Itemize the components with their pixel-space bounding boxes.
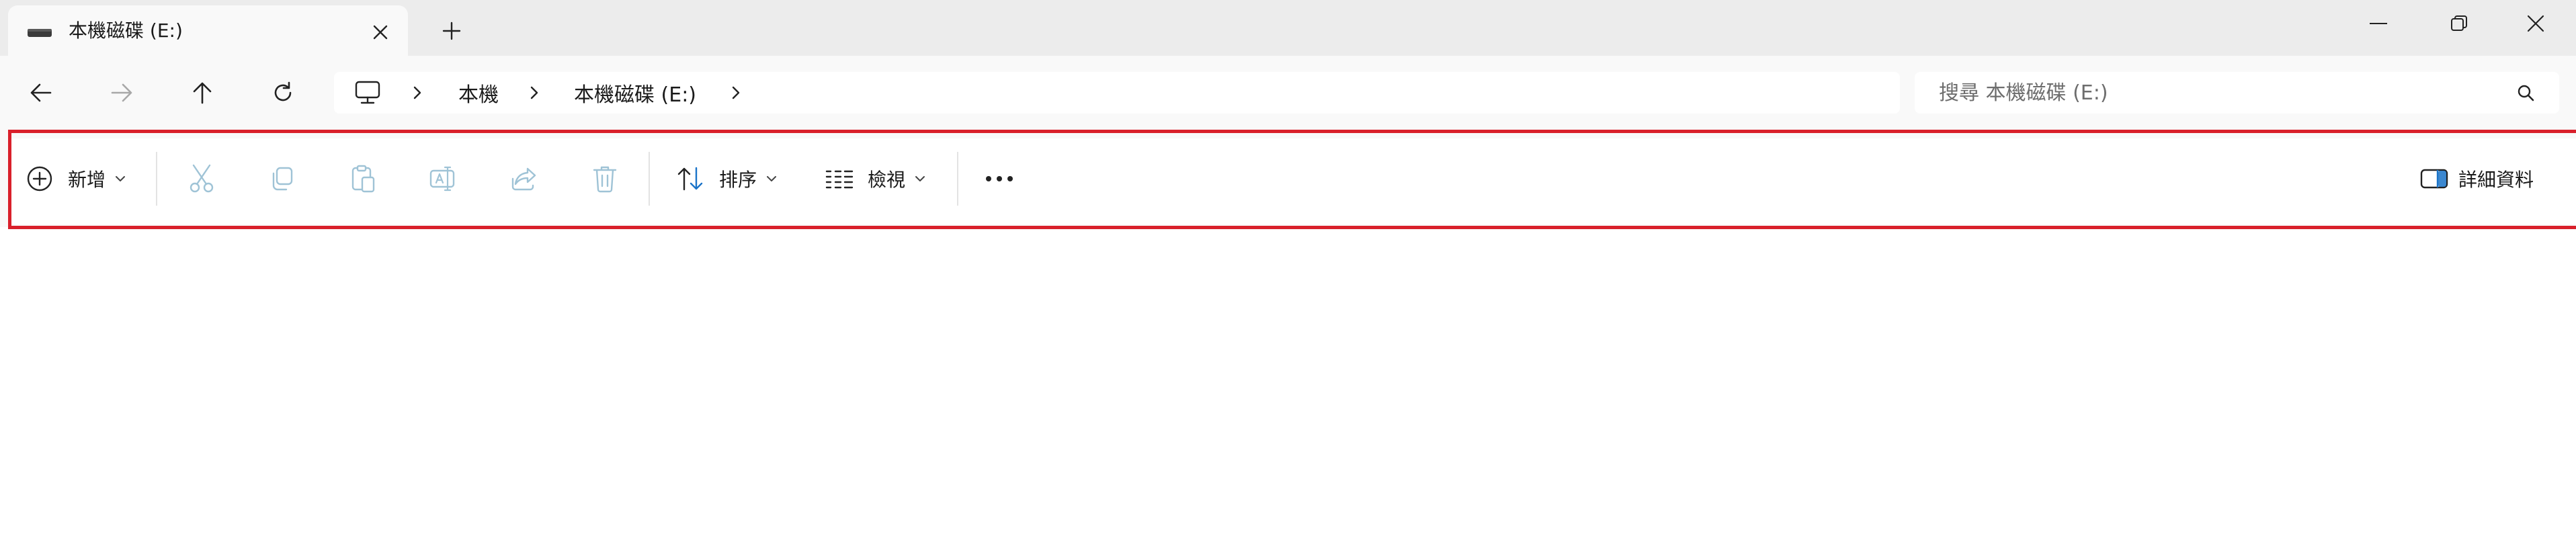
close-window-icon[interactable] xyxy=(2495,0,2576,47)
tab-title: 本機磁碟 (E:) xyxy=(69,19,183,42)
address-bar[interactable]: 本機 本機磁碟 (E:) xyxy=(334,72,1900,114)
more-icon xyxy=(983,163,1015,195)
breadcrumb-label: 本機 xyxy=(458,83,499,107)
breadcrumb-separator-icon[interactable] xyxy=(412,72,423,114)
new-tab-button[interactable] xyxy=(437,16,466,46)
breadcrumb-item[interactable]: 本機磁碟 (E:) xyxy=(574,72,696,114)
search-input[interactable] xyxy=(1939,72,2477,114)
command-bar-surface xyxy=(9,138,2576,224)
details-pane-icon xyxy=(2418,163,2450,195)
sort-label: 排序 xyxy=(719,169,757,191)
chevron-down-icon xyxy=(915,175,925,182)
view-list-icon xyxy=(823,163,856,195)
delete-icon xyxy=(589,163,621,195)
close-tab-icon[interactable] xyxy=(367,19,394,46)
details-label: 詳細資料 xyxy=(2458,169,2534,191)
breadcrumb-separator-icon[interactable] xyxy=(529,72,540,114)
toolbar-divider xyxy=(156,152,157,206)
details-pane-button[interactable]: 詳細資料 xyxy=(2418,159,2534,199)
refresh-icon[interactable] xyxy=(266,76,300,110)
breadcrumb-separator-icon[interactable] xyxy=(731,72,741,114)
computer-icon[interactable] xyxy=(354,72,381,114)
view-button[interactable]: 檢視 xyxy=(823,159,925,199)
sort-button[interactable]: 排序 xyxy=(675,159,777,199)
navigation-bar: 本機 本機磁碟 (E:) xyxy=(0,56,2576,130)
breadcrumb-item[interactable]: 本機 xyxy=(458,72,499,114)
title-bar: 本機磁碟 (E:) xyxy=(0,0,2576,56)
copy-icon xyxy=(266,163,298,195)
new-label: 新增 xyxy=(68,169,106,191)
sort-icon xyxy=(675,163,707,195)
share-button[interactable] xyxy=(508,159,540,199)
chevron-down-icon xyxy=(766,175,777,182)
rename-icon xyxy=(427,163,460,195)
cut-icon xyxy=(185,163,218,195)
restore-icon[interactable] xyxy=(2419,0,2499,47)
rename-button[interactable] xyxy=(427,159,460,199)
view-label: 檢視 xyxy=(868,169,906,191)
drive-icon xyxy=(27,26,52,40)
toolbar-divider xyxy=(649,152,650,206)
forward-arrow-icon[interactable] xyxy=(105,76,138,110)
copy-button[interactable] xyxy=(266,159,298,199)
minimize-icon[interactable] xyxy=(2338,0,2419,47)
add-circle-icon xyxy=(24,163,56,195)
paste-button[interactable] xyxy=(347,159,379,199)
up-arrow-icon[interactable] xyxy=(185,76,219,110)
search-icon[interactable] xyxy=(2514,81,2537,104)
toolbar-divider xyxy=(957,152,958,206)
paste-icon xyxy=(347,163,379,195)
chevron-down-icon xyxy=(115,175,126,182)
tab-active[interactable]: 本機磁碟 (E:) xyxy=(8,5,408,56)
search-box[interactable] xyxy=(1915,72,2559,114)
new-button[interactable]: 新增 xyxy=(24,159,126,199)
breadcrumb-label: 本機磁碟 (E:) xyxy=(574,83,697,107)
share-icon xyxy=(508,163,540,195)
cut-button[interactable] xyxy=(185,159,218,199)
more-options-button[interactable] xyxy=(983,159,1015,199)
back-arrow-icon[interactable] xyxy=(24,76,58,110)
delete-button[interactable] xyxy=(589,159,621,199)
